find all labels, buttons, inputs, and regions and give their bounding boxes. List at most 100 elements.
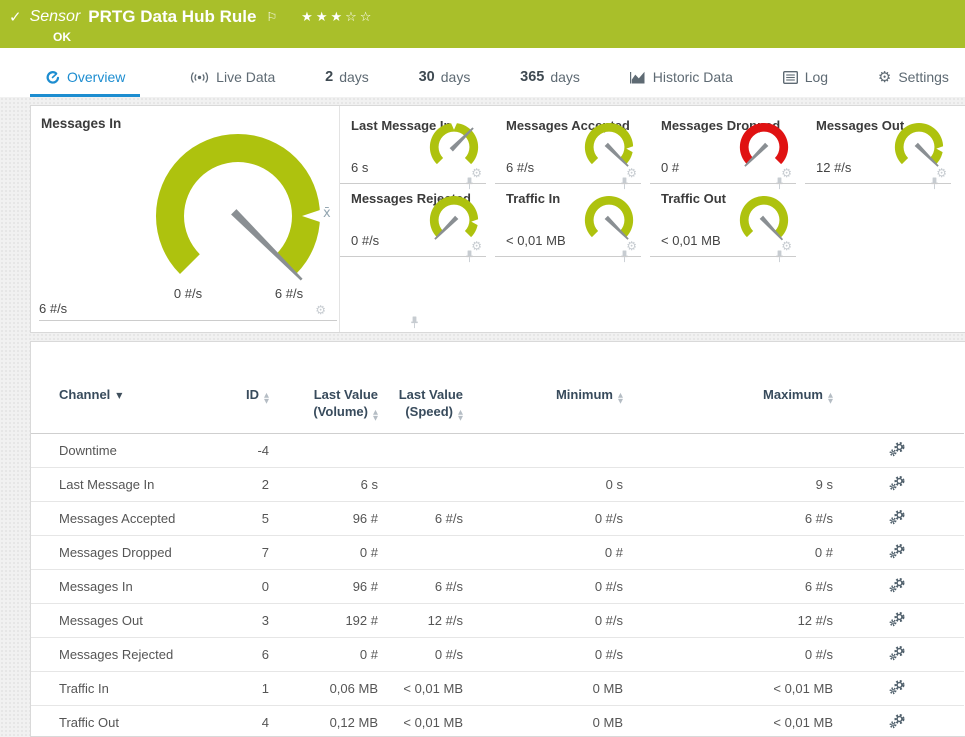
gauge-title: Traffic In: [506, 191, 560, 206]
channel-settings-icon[interactable]: [889, 713, 906, 729]
column-label: Last Value: [399, 387, 463, 402]
gauge-actions: ⚙: [626, 167, 641, 179]
channel-id: 5: [204, 502, 269, 536]
priority-stars[interactable]: ★★★☆☆: [301, 10, 374, 25]
channel-name: Last Message In: [31, 468, 204, 502]
tab-365-days[interactable]: 365 days: [520, 69, 580, 97]
channel-last-volume: 96 #: [269, 502, 378, 536]
column-header-minimum[interactable]: Minimum ▲▼: [463, 368, 623, 434]
sensor-header: ✓ Sensor PRTG Data Hub Rule ⚐ ★★★☆☆ OK: [0, 0, 965, 48]
channel-name: Messages Out: [31, 604, 204, 638]
gauge-actions: ⚙: [471, 240, 486, 252]
channel-settings-icon[interactable]: [889, 543, 906, 559]
channel-last-volume: 0 #: [269, 536, 378, 570]
column-header-maximum[interactable]: Maximum▲▼: [623, 368, 833, 434]
gauge-value: 6 #/s: [506, 160, 534, 175]
channel-name: Messages Dropped: [31, 536, 204, 570]
channel-name: Downtime: [31, 434, 204, 468]
content-area: Messages In 0 #/s 6 #/s x̄ 6 #/s ⚙ Last …: [0, 97, 965, 737]
gear-icon[interactable]: ⚙: [315, 304, 326, 316]
tab-number: 30: [419, 69, 435, 85]
gauge-actions: ⚙: [781, 167, 796, 179]
channel-row-messages-dropped: Messages Dropped 7 0 # 0 # 0 #: [31, 536, 964, 570]
channel-row-messages-rejected: Messages Rejected 6 0 # 0 #/s 0 #/s 0 #/…: [31, 638, 964, 672]
channel-max: [623, 434, 833, 468]
tab-label: days: [550, 69, 580, 85]
channel-max: 6 #/s: [623, 502, 833, 536]
tab-label: Settings: [898, 69, 949, 85]
gauge-value: 0 #/s: [351, 233, 379, 248]
channel-settings-icon[interactable]: [889, 475, 906, 491]
tab-live-data[interactable]: Live Data: [190, 69, 275, 97]
gauge-tile-messages-accepted: Messages Accepted 6 #/s ⚙: [495, 111, 650, 184]
column-header-last-value-speed-[interactable]: Last Value(Speed)▲▼: [378, 368, 463, 434]
channel-max: < 0,01 MB: [623, 672, 833, 706]
channel-settings-icon[interactable]: [889, 645, 906, 661]
table-body: Downtime -4 Last Message In 2 6 s 0 s 9 …: [31, 434, 964, 737]
column-header-channel[interactable]: Channel▼: [31, 368, 204, 434]
tab-log[interactable]: Log: [783, 69, 828, 97]
channel-id: 4: [204, 706, 269, 737]
object-kind-label: Sensor: [30, 8, 81, 26]
flag-icon[interactable]: ⚐: [266, 10, 277, 24]
channel-settings-icon[interactable]: [889, 611, 906, 627]
sensor-status: OK: [53, 30, 965, 44]
channel-row-messages-accepted: Messages Accepted 5 96 # 6 #/s 0 #/s 6 #…: [31, 502, 964, 536]
channel-max: 0 #: [623, 536, 833, 570]
column-label: Last Value: [314, 387, 378, 402]
channel-settings-icon[interactable]: [889, 509, 906, 525]
column-label: Maximum: [763, 387, 823, 402]
channel-last-volume: 0 #: [269, 638, 378, 672]
channel-last-speed: [378, 536, 463, 570]
column-label: Minimum: [556, 387, 613, 402]
channel-id: -4: [204, 434, 269, 468]
gauge-actions: ⚙: [471, 167, 486, 179]
gauges-panel: Messages In 0 #/s 6 #/s x̄ 6 #/s ⚙ Last …: [30, 105, 965, 333]
column-header-id[interactable]: ID▲▼: [204, 368, 269, 434]
main-gauge-value: 6 #/s: [39, 301, 67, 316]
channel-min: 0 #/s: [463, 502, 623, 536]
channel-row-last-message-in: Last Message In 2 6 s 0 s 9 s: [31, 468, 964, 502]
channel-last-volume: 96 #: [269, 570, 378, 604]
tab-overview[interactable]: Overview: [30, 69, 140, 97]
gauge-value: < 0,01 MB: [506, 233, 566, 248]
table-header-row: Channel▼ ID▲▼ Last Value(Volume)▲▼ Last …: [31, 368, 964, 434]
channel-settings-icon[interactable]: [889, 441, 906, 457]
channel-min: 0 MB: [463, 706, 623, 737]
tab-label: Historic Data: [653, 69, 733, 85]
channel-last-speed: [378, 468, 463, 502]
chart-icon: [630, 71, 646, 84]
column-label: Channel: [59, 387, 110, 402]
channel-last-speed: < 0,01 MB: [378, 706, 463, 737]
channel-max: 9 s: [623, 468, 833, 502]
channel-settings-icon[interactable]: [889, 577, 906, 593]
status-check-icon: ✓: [9, 8, 22, 26]
main-gauge-chart: [126, 118, 356, 308]
channel-last-speed: 6 #/s: [378, 570, 463, 604]
gauge-value: 12 #/s: [816, 160, 851, 175]
tab-2-days[interactable]: 2 days: [325, 69, 369, 97]
tab-settings[interactable]: ⚙ Settings: [878, 69, 949, 97]
prtg-sensor-page: ✓ Sensor PRTG Data Hub Rule ⚐ ★★★☆☆ OK O…: [0, 0, 965, 737]
divider: [340, 256, 486, 257]
tab-30-days[interactable]: 30 days: [419, 69, 471, 97]
channel-name: Traffic Out: [31, 706, 204, 737]
sort-icon: ▲▼: [264, 393, 269, 404]
channel-min: 0 s: [463, 468, 623, 502]
channel-max: 0 #/s: [623, 638, 833, 672]
column-header-last-value-volume-[interactable]: Last Value(Volume)▲▼: [269, 368, 378, 434]
gauge-actions: ⚙: [936, 167, 951, 179]
tab-label: Log: [805, 69, 828, 85]
main-gauge-scale-min: 0 #/s: [174, 286, 202, 301]
mini-gauges-grid: Last Message In 6 s ⚙ Messages Accepted …: [339, 106, 965, 332]
tab-historic-data[interactable]: Historic Data: [630, 69, 733, 97]
channel-min: 0 #/s: [463, 570, 623, 604]
channel-id: 2: [204, 468, 269, 502]
gauge-tile-messages-rejected: Messages Rejected 0 #/s ⚙: [340, 184, 495, 257]
channel-row-messages-in: Messages In 0 96 # 6 #/s 0 #/s 6 #/s: [31, 570, 964, 604]
channel-settings-icon[interactable]: [889, 679, 906, 695]
channel-name: Messages Rejected: [31, 638, 204, 672]
log-icon: [783, 71, 798, 84]
channel-last-volume: [269, 434, 378, 468]
sort-icon: ▲▼: [618, 393, 623, 404]
